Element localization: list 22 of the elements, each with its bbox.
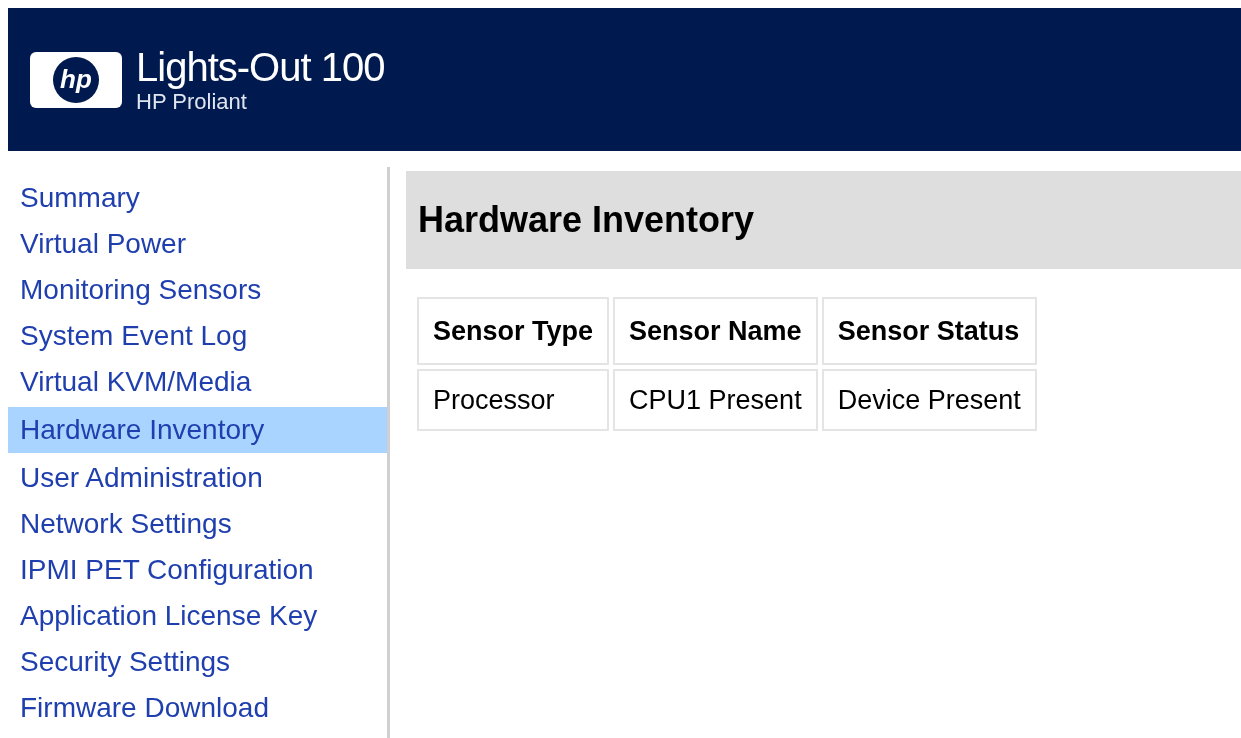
column-header: Sensor Type [417,297,610,365]
nav-link[interactable]: IPMI PET Configuration [8,547,387,593]
nav-link[interactable]: User Administration [8,455,387,501]
app-subtitle: HP Proliant [136,90,247,113]
app-title: Lights-Out 100 [136,46,385,87]
nav-link[interactable]: Network Settings [8,501,387,547]
nav-link[interactable]: Virtual Power [8,221,387,267]
nav-link[interactable]: Application License Key [8,593,387,639]
nav-link[interactable]: System Event Log [8,313,387,359]
page-title: Hardware Inventory [418,198,755,242]
nav-link[interactable]: Virtual KVM/Media [8,359,387,405]
table-cell: CPU1 Present [613,369,818,431]
table-cell: Device Present [821,369,1037,431]
nav-link[interactable]: Summary [8,175,387,221]
column-header: Sensor Status [821,297,1037,365]
nav-link[interactable]: Hardware Inventory [8,407,387,453]
nav-link[interactable]: Security Settings [8,639,387,685]
logo-text: hp [53,56,99,103]
column-header: Sensor Name [613,297,818,365]
nav-link[interactable]: Firmware Download [8,685,387,731]
nav-link[interactable]: Monitoring Sensors [8,267,387,313]
table-cell: Processor [417,369,610,431]
